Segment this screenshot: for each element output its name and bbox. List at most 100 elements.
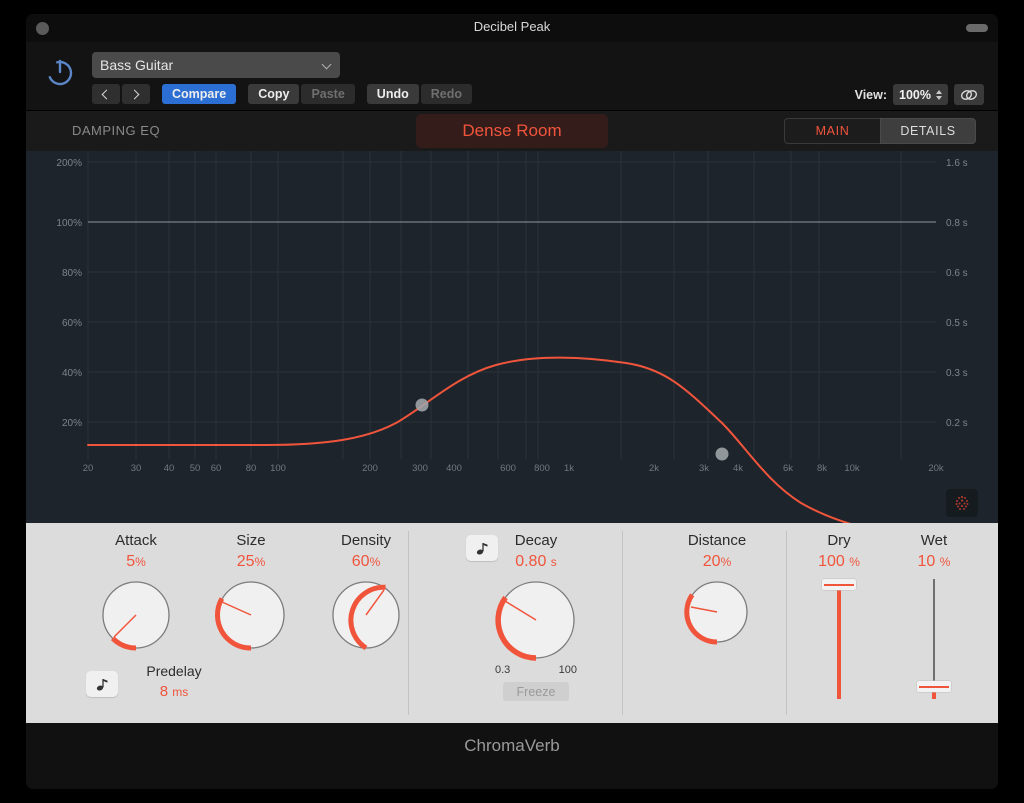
density-knob[interactable] xyxy=(328,577,404,653)
view-tabs: MAIN DETAILS xyxy=(784,118,976,144)
distance-value: 20% xyxy=(702,553,732,570)
redo-button[interactable]: Redo xyxy=(420,84,472,104)
decay-label: Decay xyxy=(514,532,558,549)
decay-control[interactable]: Decay 0.80 s 0.3 100 Freeze xyxy=(478,531,594,701)
next-preset-button[interactable] xyxy=(122,84,150,104)
attack-label: Attack xyxy=(115,532,157,549)
svg-text:3k: 3k xyxy=(699,463,709,474)
svg-text:30: 30 xyxy=(131,463,142,474)
density-control[interactable]: Density 60% xyxy=(308,531,424,653)
svg-text:0.6 s: 0.6 s xyxy=(946,268,968,279)
dry-slider[interactable] xyxy=(819,579,859,699)
control-panel: Attack 5% Size 25% Density 60% Predelay … xyxy=(26,523,998,723)
link-icon xyxy=(961,89,977,100)
svg-text:0.3 s: 0.3 s xyxy=(946,368,968,379)
wet-slider-handle[interactable] xyxy=(917,681,951,692)
y-axis-right-labels: 1.6 s 0.8 s 0.6 s 0.5 s 0.3 s 0.2 s xyxy=(946,158,968,429)
decay-range-min: 0.3 xyxy=(495,664,511,676)
section-tabstrip: DAMPING EQ Dense Room MAIN DETAILS xyxy=(26,111,998,151)
tab-details[interactable]: DETAILS xyxy=(880,118,976,144)
freeze-button[interactable]: Freeze xyxy=(503,682,569,701)
preset-dropdown[interactable]: Bass Guitar xyxy=(92,52,340,78)
previous-preset-button[interactable] xyxy=(92,84,120,104)
window-title: Decibel Peak xyxy=(473,19,551,34)
svg-text:800: 800 xyxy=(534,463,550,474)
dry-slider-fill xyxy=(837,585,841,699)
power-button[interactable] xyxy=(42,54,78,90)
svg-text:400: 400 xyxy=(446,463,462,474)
predelay-control[interactable]: Predelay 8 ms xyxy=(126,661,222,703)
svg-text:80%: 80% xyxy=(62,268,82,279)
svg-text:80: 80 xyxy=(246,463,257,474)
dry-value: 100 % xyxy=(818,553,860,570)
predelay-label: Predelay xyxy=(146,663,202,679)
undo-button[interactable]: Undo xyxy=(366,84,419,104)
decay-knob[interactable] xyxy=(493,577,579,663)
panel-divider-3 xyxy=(786,531,787,715)
damping-eq-label: DAMPING EQ xyxy=(72,123,161,138)
decay-value: 0.80 s xyxy=(515,553,557,570)
chevron-down-icon xyxy=(322,60,332,70)
svg-text:20: 20 xyxy=(83,463,94,474)
plugin-footer: ChromaVerb xyxy=(26,723,998,789)
stepper-arrows-icon xyxy=(936,89,942,100)
low-band-handle xyxy=(415,398,429,412)
note-icon xyxy=(96,678,107,691)
link-button[interactable] xyxy=(954,84,984,105)
svg-text:600: 600 xyxy=(500,463,516,474)
svg-text:0.8 s: 0.8 s xyxy=(946,218,968,229)
svg-text:200%: 200% xyxy=(56,158,82,169)
svg-text:1k: 1k xyxy=(564,463,574,474)
svg-text:100%: 100% xyxy=(56,218,82,229)
wet-value: 10 % xyxy=(917,553,951,570)
svg-text:200: 200 xyxy=(362,463,378,474)
svg-text:0.2 s: 0.2 s xyxy=(946,418,968,429)
particle-view-button[interactable] xyxy=(946,489,978,517)
svg-text:20%: 20% xyxy=(62,418,82,429)
decay-range-max: 100 xyxy=(558,664,577,676)
chevron-left-icon xyxy=(102,90,111,99)
view-zoom-value: 100% xyxy=(899,87,931,102)
title-bar: Decibel Peak xyxy=(26,14,998,42)
power-icon xyxy=(47,59,73,86)
wet-control[interactable]: Wet 10 % xyxy=(894,531,974,699)
paste-button[interactable]: Paste xyxy=(301,84,355,104)
preset-name-display[interactable]: Dense Room xyxy=(416,114,608,148)
attack-control[interactable]: Attack 5% xyxy=(78,531,194,653)
plugin-name-label: ChromaVerb xyxy=(464,736,560,755)
dry-slider-handle[interactable] xyxy=(822,579,856,590)
size-control[interactable]: Size 25% xyxy=(193,531,309,653)
svg-text:300: 300 xyxy=(412,463,428,474)
grid-horizontal xyxy=(88,161,936,423)
preset-name-label: Bass Guitar xyxy=(100,57,174,73)
svg-text:1.6 s: 1.6 s xyxy=(946,158,968,169)
attack-value: 5% xyxy=(126,553,146,570)
decay-range-labels: 0.3 100 xyxy=(495,664,577,676)
tab-main[interactable]: MAIN xyxy=(784,118,880,144)
attack-knob[interactable] xyxy=(98,577,174,653)
wet-slider[interactable] xyxy=(914,579,954,699)
dry-label: Dry xyxy=(827,532,851,549)
distance-control[interactable]: Distance 20% xyxy=(659,531,775,647)
damping-eq-graph[interactable]: 200% 100% 80% 60% 40% 20% 1.6 s 0.8 s 0.… xyxy=(26,151,998,523)
view-controls: View: 100% xyxy=(855,84,984,105)
svg-text:60: 60 xyxy=(211,463,222,474)
predelay-sync-button[interactable] xyxy=(86,671,118,697)
y-axis-left-labels: 200% 100% 80% 60% 40% 20% xyxy=(56,158,82,429)
plugin-header: Bass Guitar Compare Copy Paste Undo Redo… xyxy=(26,42,998,111)
distance-label: Distance xyxy=(687,532,747,549)
chevron-right-icon xyxy=(132,90,141,99)
grid-vertical xyxy=(87,151,902,459)
distance-knob[interactable] xyxy=(682,577,752,647)
dry-control[interactable]: Dry 100 % xyxy=(799,531,879,699)
svg-text:100: 100 xyxy=(270,463,286,474)
copy-button[interactable]: Copy xyxy=(248,84,300,104)
x-axis-labels: 20 30 40 50 60 80 100 200 300 400 600 80… xyxy=(83,463,944,474)
size-knob[interactable] xyxy=(213,577,289,653)
view-zoom-stepper[interactable]: 100% xyxy=(893,84,948,105)
compare-button[interactable]: Compare xyxy=(162,84,237,104)
svg-text:6k: 6k xyxy=(783,463,793,474)
window-resize-pill[interactable] xyxy=(966,24,988,32)
high-band-handle xyxy=(715,447,729,461)
svg-text:20k: 20k xyxy=(928,463,944,474)
